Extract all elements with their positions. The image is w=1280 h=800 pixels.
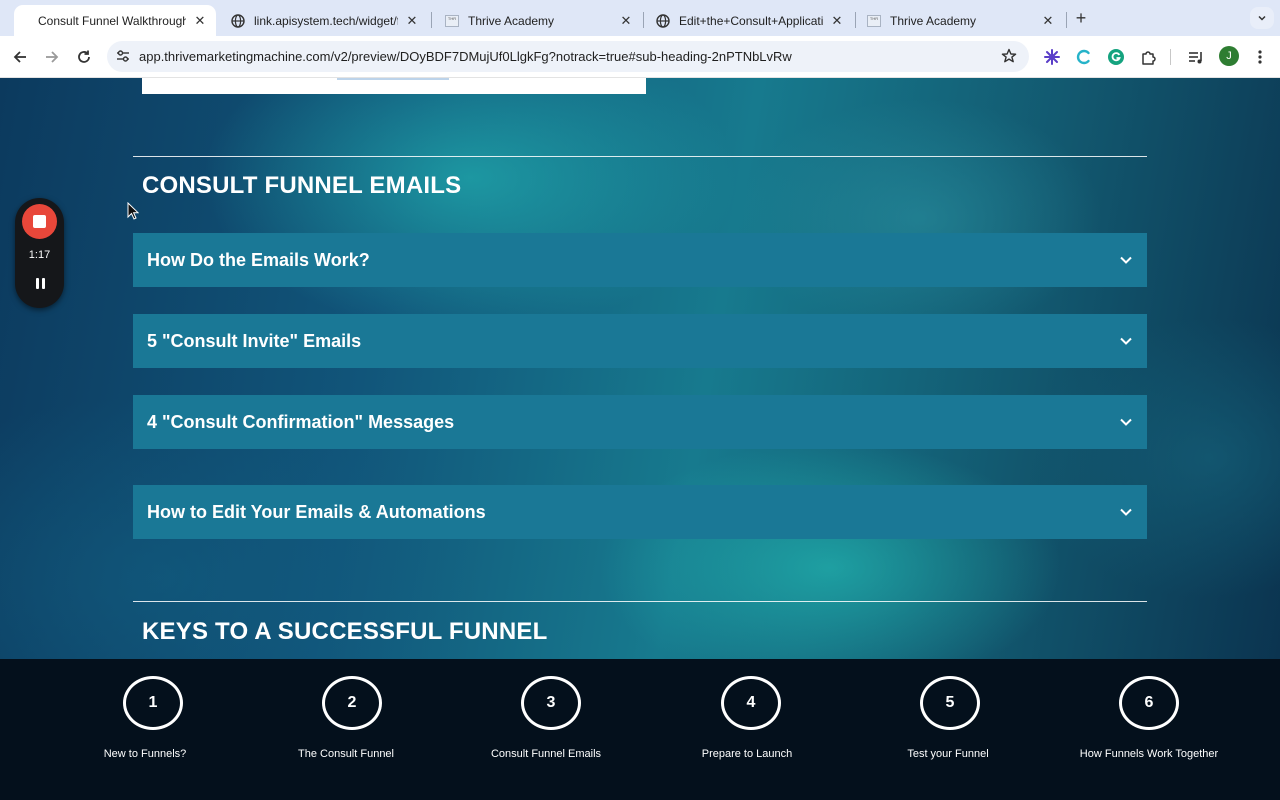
step-label: New to Funnels?	[103, 748, 187, 760]
step-label: Prepare to Launch	[701, 748, 793, 760]
tab-title: Edit+the+Consult+Applicatio	[679, 13, 823, 28]
tab-thrive-academy-2[interactable]: THR Thrive Academy ✕	[854, 5, 1064, 36]
bookmark-star-icon[interactable]	[999, 46, 1019, 66]
tab-title: Thrive Academy	[890, 13, 977, 28]
stop-square-icon	[33, 215, 46, 228]
tab-title: Thrive Academy	[468, 13, 555, 28]
step-number-circle: 3	[521, 676, 581, 730]
reload-icon[interactable]	[72, 45, 96, 69]
new-tab-plus-icon[interactable]: +	[1072, 9, 1090, 27]
chevron-down-icon	[1118, 414, 1134, 430]
close-icon[interactable]: ✕	[829, 13, 845, 29]
step-label: Test your Funnel	[907, 748, 989, 760]
section-divider	[133, 601, 1147, 602]
accordion-consult-confirmation-messages[interactable]: 4 "Consult Confirmation" Messages	[133, 395, 1147, 449]
tab-link-apisystem[interactable]: link.apisystem.tech/widget/fo ✕	[218, 5, 428, 36]
tab-separator	[1066, 12, 1067, 28]
toolbar-separator	[1170, 49, 1171, 65]
funnel-preview-page: CONSULT FUNNEL EMAILS How Do the Emails …	[0, 78, 1280, 659]
globe-icon	[655, 13, 671, 29]
accordion-label: How Do the Emails Work?	[147, 250, 370, 270]
media-queue-icon[interactable]	[1185, 46, 1207, 68]
tab-thrive-academy[interactable]: THR Thrive Academy ✕	[432, 5, 642, 36]
more-vertical-icon[interactable]	[1249, 46, 1271, 68]
chevron-down-icon	[1118, 333, 1134, 349]
close-icon[interactable]: ✕	[618, 13, 634, 29]
accordion-how-emails-work[interactable]: How Do the Emails Work?	[133, 233, 1147, 287]
mouse-pointer-icon	[127, 202, 139, 220]
chevron-down-icon	[1118, 252, 1134, 268]
tab-title: Consult Funnel Walkthrough	[38, 13, 186, 28]
step-4-prepare-to-launch[interactable]: 4 Prepare to Launch	[647, 676, 847, 786]
tab-search-chevron-icon[interactable]	[1250, 7, 1274, 29]
chevron-down-icon	[1118, 504, 1134, 520]
thrive-favicon-icon: THR	[444, 13, 460, 29]
step-navigation-bar: 1 New to Funnels? 2 The Consult Funnel 3…	[0, 659, 1280, 800]
grammarly-icon[interactable]	[1105, 46, 1127, 68]
stop-recording-button[interactable]	[22, 204, 57, 239]
step-number-circle: 2	[322, 676, 382, 730]
close-icon[interactable]: ✕	[404, 13, 420, 29]
tab-edit-consult-application[interactable]: Edit+the+Consult+Applicatio ✕	[643, 5, 853, 36]
thrive-favicon-icon: THR	[866, 13, 882, 29]
extension-c-icon[interactable]	[1073, 46, 1095, 68]
tab-strip: Consult Funnel Walkthrough ✕ link.apisys…	[0, 0, 1280, 36]
step-number-circle: 1	[123, 676, 183, 730]
step-3-consult-funnel-emails[interactable]: 3 Consult Funnel Emails	[446, 676, 646, 786]
profile-avatar[interactable]: J	[1219, 46, 1239, 66]
step-number-circle: 6	[1119, 676, 1179, 730]
pause-icon[interactable]	[31, 274, 49, 292]
back-arrow-icon[interactable]	[8, 45, 32, 69]
accordion-edit-emails-automations[interactable]: How to Edit Your Emails & Automations	[133, 485, 1147, 539]
section-divider	[133, 156, 1147, 157]
step-2-consult-funnel[interactable]: 2 The Consult Funnel	[246, 676, 446, 786]
step-number-circle: 5	[920, 676, 980, 730]
url-text: app.thrivemarketingmachine.com/v2/previe…	[139, 49, 792, 64]
extension-gear-flower-icon[interactable]	[1041, 46, 1063, 68]
step-number-circle: 4	[721, 676, 781, 730]
tab-consult-funnel-walkthrough[interactable]: Consult Funnel Walkthrough ✕	[14, 5, 216, 36]
content-card-bottom	[142, 78, 646, 94]
step-5-test-your-funnel[interactable]: 5 Test your Funnel	[848, 676, 1048, 786]
accordion-consult-invite-emails[interactable]: 5 "Consult Invite" Emails	[133, 314, 1147, 368]
close-icon[interactable]: ✕	[1040, 13, 1056, 29]
tab-title: link.apisystem.tech/widget/fo	[254, 13, 398, 28]
recording-timer: 1:17	[28, 249, 51, 261]
step-label: The Consult Funnel	[298, 748, 394, 760]
extensions-puzzle-icon[interactable]	[1138, 46, 1160, 68]
forward-arrow-icon[interactable]	[40, 45, 64, 69]
browser-toolbar: app.thrivemarketingmachine.com/v2/previe…	[0, 36, 1280, 78]
step-label: How Funnels Work Together	[1079, 748, 1219, 760]
accordion-label: 4 "Consult Confirmation" Messages	[147, 412, 455, 432]
globe-icon	[230, 13, 246, 29]
section-title-consult-funnel-emails: CONSULT FUNNEL EMAILS	[142, 172, 462, 199]
close-icon[interactable]: ✕	[192, 13, 208, 29]
accordion-label: 5 "Consult Invite" Emails	[147, 331, 362, 351]
accordion-label: How to Edit Your Emails & Automations	[147, 502, 486, 522]
step-label: Consult Funnel Emails	[490, 748, 602, 760]
address-bar[interactable]: app.thrivemarketingmachine.com/v2/previe…	[107, 41, 1029, 72]
section-title-keys-successful-funnel: KEYS TO A SUCCESSFUL FUNNEL	[142, 618, 548, 645]
screen-recorder-widget: 1:17	[15, 198, 64, 308]
site-settings-icon[interactable]	[115, 48, 131, 64]
step-6-how-funnels-work-together[interactable]: 6 How Funnels Work Together	[1049, 676, 1249, 786]
step-1-new-to-funnels[interactable]: 1 New to Funnels?	[45, 676, 245, 786]
